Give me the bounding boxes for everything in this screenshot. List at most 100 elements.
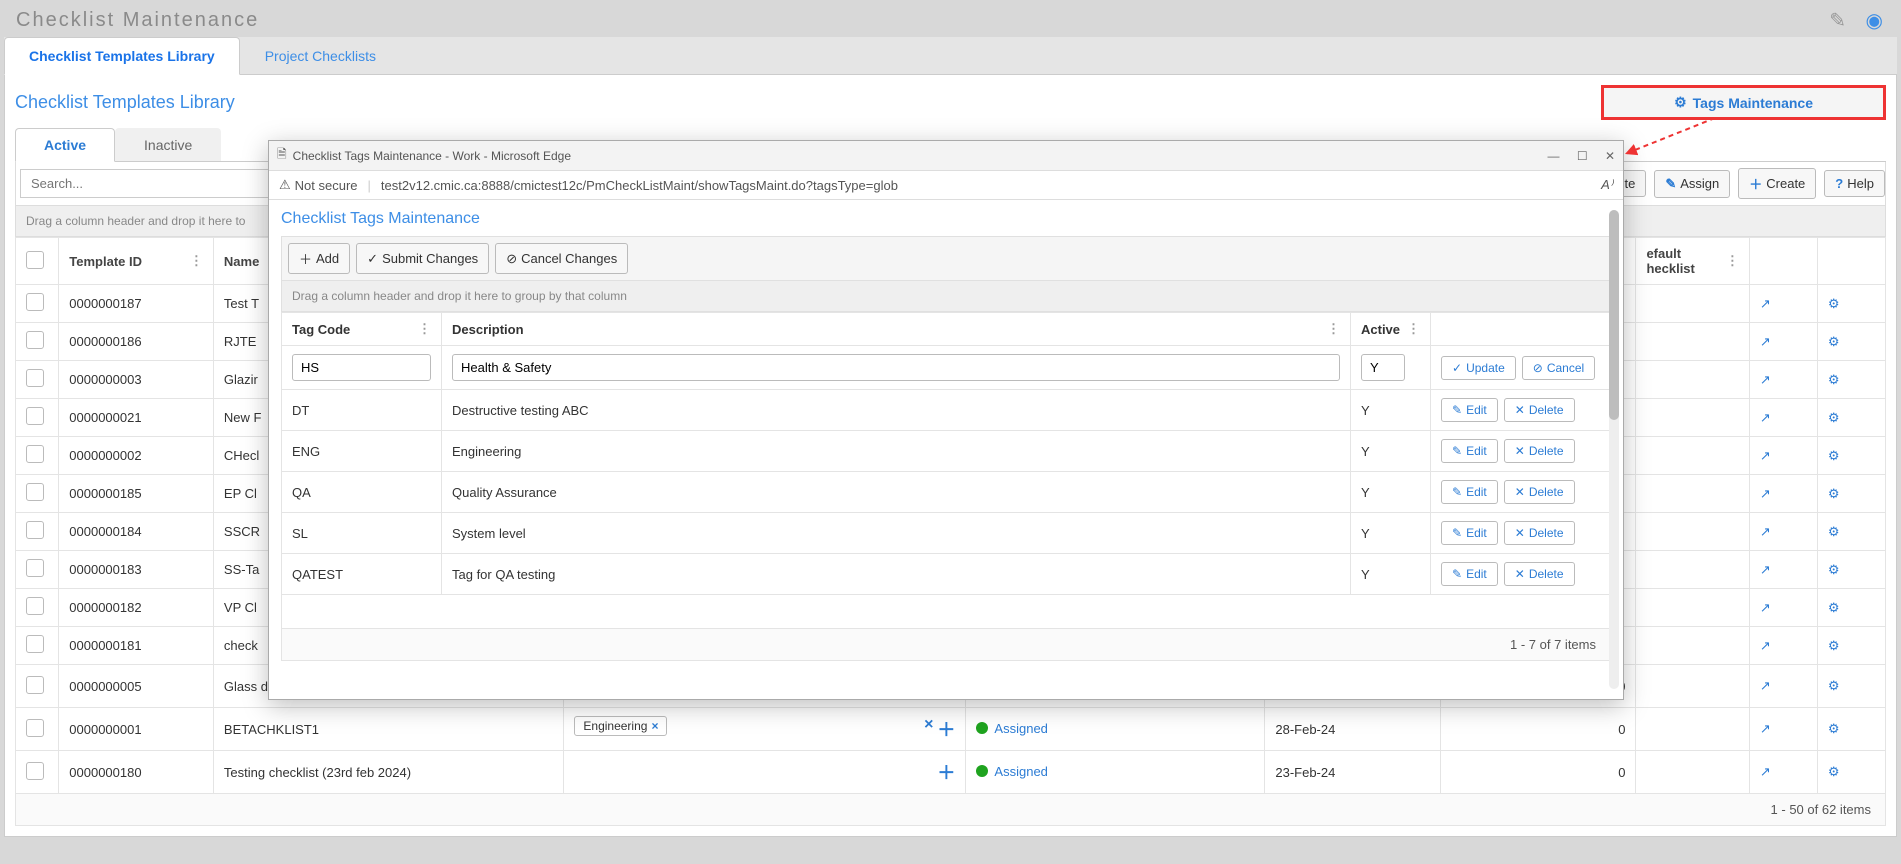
edit-button[interactable]: ✎ Edit bbox=[1441, 521, 1498, 545]
col-description[interactable]: Description bbox=[452, 322, 524, 337]
cancel-button[interactable]: ⊘Cancel bbox=[1522, 356, 1595, 380]
assign-button[interactable]: ✎ Assign bbox=[1654, 170, 1730, 198]
select-all-checkbox[interactable] bbox=[26, 251, 44, 269]
delete-button[interactable]: ✕ Delete bbox=[1504, 480, 1575, 504]
tab-inactive[interactable]: Inactive bbox=[115, 128, 221, 161]
open-icon[interactable]: ↗ bbox=[1749, 751, 1817, 794]
assign-label: Assign bbox=[1680, 176, 1719, 191]
description-input[interactable] bbox=[452, 354, 1340, 381]
col-name[interactable]: Name bbox=[224, 254, 259, 269]
open-icon[interactable]: ↗ bbox=[1749, 399, 1817, 437]
open-icon[interactable]: ↗ bbox=[1749, 475, 1817, 513]
open-icon[interactable]: ↗ bbox=[1749, 361, 1817, 399]
help-button[interactable]: ?Help bbox=[1824, 170, 1885, 197]
gear-icon[interactable]: ⚙ bbox=[1817, 361, 1885, 399]
tags-maintenance-button[interactable]: ⚙ Tags Maintenance bbox=[1601, 85, 1886, 120]
edit-button[interactable]: ✎ Edit bbox=[1441, 480, 1498, 504]
open-icon[interactable]: ↗ bbox=[1749, 627, 1817, 665]
popup-scrollbar[interactable] bbox=[1609, 210, 1619, 689]
row-checkbox[interactable] bbox=[26, 635, 44, 653]
cell-template-id: 0000000003 bbox=[59, 361, 214, 399]
create-button[interactable]: ＋Create bbox=[1738, 168, 1816, 199]
assign-icon: ✎ bbox=[1665, 176, 1676, 192]
gear-icon[interactable]: ⚙ bbox=[1817, 627, 1885, 665]
col-tag-code[interactable]: Tag Code bbox=[292, 322, 350, 337]
gear-icon[interactable]: ⚙ bbox=[1817, 513, 1885, 551]
row-checkbox[interactable] bbox=[26, 369, 44, 387]
open-icon[interactable]: ↗ bbox=[1749, 665, 1817, 708]
remove-tag-icon[interactable]: × bbox=[651, 719, 658, 733]
open-icon[interactable]: ↗ bbox=[1749, 589, 1817, 627]
update-button[interactable]: ✓Update bbox=[1441, 356, 1516, 380]
gear-icon[interactable]: ⚙ bbox=[1817, 437, 1885, 475]
tab-active[interactable]: Active bbox=[15, 128, 115, 162]
col-menu-icon[interactable]: ⋮ bbox=[418, 321, 431, 337]
open-icon[interactable]: ↗ bbox=[1749, 323, 1817, 361]
status-badge[interactable]: Assigned bbox=[976, 764, 1047, 779]
add-button[interactable]: ＋Add bbox=[288, 243, 350, 274]
gear-icon[interactable]: ⚙ bbox=[1817, 551, 1885, 589]
row-checkbox[interactable] bbox=[26, 762, 44, 780]
delete-button[interactable]: ✕ Delete bbox=[1504, 398, 1575, 422]
row-checkbox[interactable] bbox=[26, 483, 44, 501]
open-icon[interactable]: ↗ bbox=[1749, 551, 1817, 589]
row-checkbox[interactable] bbox=[26, 293, 44, 311]
cell-template-id: 0000000187 bbox=[59, 285, 214, 323]
col-menu-icon[interactable]: ⋮ bbox=[1726, 253, 1739, 269]
add-tag-icon[interactable]: ＋ bbox=[937, 759, 955, 785]
edit-button[interactable]: ✎ Edit bbox=[1441, 439, 1498, 463]
col-menu-icon[interactable]: ⋮ bbox=[1407, 321, 1420, 337]
user-icon[interactable]: ◉ bbox=[1866, 10, 1885, 32]
status-badge[interactable]: Assigned bbox=[976, 721, 1047, 736]
gear-icon[interactable]: ⚙ bbox=[1817, 751, 1885, 794]
tab-templates-library[interactable]: Checklist Templates Library bbox=[4, 37, 240, 75]
gear-icon[interactable]: ⚙ bbox=[1817, 475, 1885, 513]
open-icon[interactable]: ↗ bbox=[1749, 708, 1817, 751]
row-checkbox[interactable] bbox=[26, 559, 44, 577]
popup-group-hint[interactable]: Drag a column header and drop it here to… bbox=[281, 280, 1611, 312]
popup-url[interactable]: test2v12.cmic.ca:8888/cmictest12c/PmChec… bbox=[381, 178, 1591, 193]
row-checkbox[interactable] bbox=[26, 445, 44, 463]
col-menu-icon[interactable]: ⋮ bbox=[190, 253, 203, 269]
col-active[interactable]: Active bbox=[1361, 322, 1400, 337]
edit-button[interactable]: ✎ Edit bbox=[1441, 398, 1498, 422]
gear-icon[interactable]: ⚙ bbox=[1817, 285, 1885, 323]
tag-chip[interactable]: Engineering × bbox=[574, 716, 667, 736]
delete-button[interactable]: ✕ Delete bbox=[1504, 562, 1575, 586]
tag-code-input[interactable] bbox=[292, 354, 431, 381]
cancel-changes-button[interactable]: ⊘Cancel Changes bbox=[495, 243, 628, 274]
edit-icon[interactable]: ✎ bbox=[1829, 10, 1848, 32]
read-aloud-icon[interactable]: A⁾ bbox=[1601, 177, 1613, 193]
row-checkbox[interactable] bbox=[26, 521, 44, 539]
open-icon[interactable]: ↗ bbox=[1749, 285, 1817, 323]
col-menu-icon[interactable]: ⋮ bbox=[1327, 321, 1340, 337]
tag-row: ENG Engineering Y ✎ Edit ✕ Delete bbox=[282, 431, 1611, 472]
maximize-icon[interactable]: ☐ bbox=[1577, 149, 1588, 163]
gear-icon[interactable]: ⚙ bbox=[1817, 589, 1885, 627]
status-dot-icon bbox=[976, 722, 988, 734]
delete-button[interactable]: ✕ Delete bbox=[1504, 521, 1575, 545]
tab-project-checklists[interactable]: Project Checklists bbox=[240, 37, 401, 74]
row-checkbox[interactable] bbox=[26, 597, 44, 615]
gear-icon[interactable]: ⚙ bbox=[1817, 399, 1885, 437]
gear-icon[interactable]: ⚙ bbox=[1817, 708, 1885, 751]
active-input[interactable] bbox=[1361, 354, 1405, 381]
row-checkbox[interactable] bbox=[26, 676, 44, 694]
open-icon[interactable]: ↗ bbox=[1749, 513, 1817, 551]
submit-changes-button[interactable]: ✓Submit Changes bbox=[356, 243, 489, 274]
add-tag-icon[interactable]: ＋ bbox=[937, 716, 955, 742]
edit-button[interactable]: ✎ Edit bbox=[1441, 562, 1498, 586]
col-template-id[interactable]: Template ID bbox=[69, 254, 142, 269]
row-checkbox[interactable] bbox=[26, 407, 44, 425]
col-default[interactable]: efault hecklist bbox=[1646, 246, 1694, 276]
x-icon: ✕ bbox=[1515, 403, 1525, 417]
open-icon[interactable]: ↗ bbox=[1749, 437, 1817, 475]
row-checkbox[interactable] bbox=[26, 719, 44, 737]
close-icon[interactable]: ✕ bbox=[1605, 149, 1615, 163]
gear-icon[interactable]: ⚙ bbox=[1817, 323, 1885, 361]
clear-tags-icon[interactable]: × bbox=[924, 716, 933, 734]
row-checkbox[interactable] bbox=[26, 331, 44, 349]
delete-button[interactable]: ✕ Delete bbox=[1504, 439, 1575, 463]
gear-icon[interactable]: ⚙ bbox=[1817, 665, 1885, 708]
minimize-icon[interactable]: — bbox=[1547, 149, 1559, 163]
